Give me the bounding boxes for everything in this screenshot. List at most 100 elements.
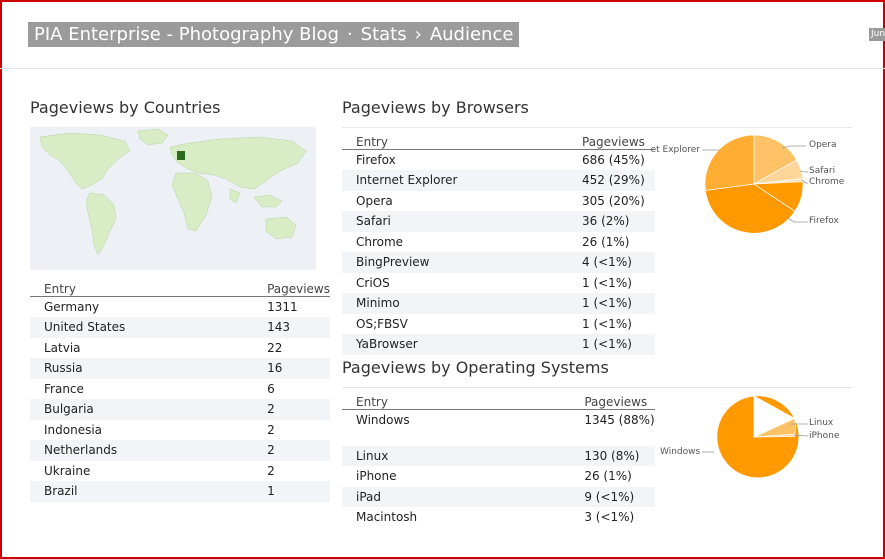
row-entry: France	[44, 381, 84, 396]
world-map[interactable]	[30, 127, 316, 270]
row-pageviews: 305 (20%)	[582, 193, 645, 208]
table-row[interactable]: Netherlands 2	[30, 440, 330, 461]
row-entry: iPhone	[356, 469, 397, 483]
row-pageviews: 2	[267, 463, 275, 478]
row-entry: Indonesia	[44, 422, 103, 437]
breadcrumb-stats[interactable]: Stats	[361, 24, 407, 45]
row-pageviews: 26 (1%)	[584, 469, 632, 483]
table-row[interactable]: iPhone 26 (1%)	[342, 466, 655, 487]
row-entry: Latvia	[44, 340, 81, 355]
row-pageviews: 26 (1%)	[582, 234, 630, 249]
os-divider	[342, 387, 852, 388]
table-row[interactable]: Firefox 686 (45%)	[342, 150, 655, 171]
row-pageviews: 2	[267, 440, 330, 461]
row-entry: Brazil	[30, 481, 268, 502]
column-header-pageviews[interactable]: Pageviews	[584, 389, 655, 410]
row-entry: Ukraine	[44, 463, 91, 478]
row-entry: United States	[30, 317, 268, 338]
row-pageviews: 2	[267, 399, 330, 420]
row-pageviews: 1 (<1%)	[582, 334, 655, 355]
date-badge: Jun	[869, 28, 885, 41]
table-row[interactable]: Germany 1311	[30, 297, 330, 318]
table-row[interactable]: BingPreview 4 (<1%)	[342, 252, 655, 273]
row-entry: Macintosh	[356, 510, 418, 524]
world-map-graphic	[39, 128, 307, 256]
table-row[interactable]: Opera 305 (20%)	[342, 191, 655, 212]
pie-label-safari: Safari	[809, 166, 836, 176]
row-pageviews: 16	[267, 358, 330, 379]
table-row[interactable]: Brazil 1	[30, 481, 330, 502]
pie-label-firefox: Firefox	[809, 216, 839, 226]
row-pageviews: 6	[267, 381, 275, 396]
table-row[interactable]: Safari 36 (2%)	[342, 211, 655, 232]
pie-label-linux: Linux	[809, 418, 834, 428]
row-pageviews: 4 (<1%)	[582, 252, 655, 273]
row-pageviews: 1 (<1%)	[582, 316, 632, 331]
row-pageviews: 686 (45%)	[582, 153, 645, 167]
table-row[interactable]: Internet Explorer 452 (29%)	[342, 170, 655, 191]
pie-label-chrome: Chrome	[809, 177, 845, 187]
row-pageviews: 1345 (88%)	[584, 413, 655, 427]
table-row[interactable]: Windows 1345 (88%)	[342, 410, 655, 446]
column-header-entry[interactable]: Entry	[342, 389, 585, 410]
column-header-pageviews[interactable]: Pageviews	[267, 276, 330, 297]
table-row[interactable]: France 6	[30, 379, 330, 400]
pie-label-iphone: iPhone	[809, 431, 840, 441]
pie-slice-linux[interactable]	[753, 417, 796, 438]
os-table: Entry Pageviews Windows 1345 (88%) Linux 13…	[342, 389, 655, 528]
table-row[interactable]: Bulgaria 2	[30, 399, 330, 420]
table-row[interactable]: Latvia 22	[30, 338, 330, 359]
row-pageviews: 1	[267, 481, 330, 502]
table-row[interactable]: Indonesia 2	[30, 420, 330, 441]
row-pageviews: 3 (<1%)	[584, 510, 635, 524]
pie-label-internet-explorer: Internet Explorer	[650, 145, 700, 155]
column-header-pageviews[interactable]: Pageviews	[582, 129, 655, 150]
breadcrumb: PIA Enterprise - Photography Blog · Stats ›…	[28, 22, 520, 47]
table-row[interactable]: United States 143	[30, 317, 330, 338]
row-entry: BingPreview	[342, 252, 582, 273]
breadcrumb-site[interactable]: PIA Enterprise - Photography Blog	[34, 24, 339, 45]
breadcrumb-separator: ·	[346, 24, 353, 45]
row-entry: Chrome	[356, 234, 404, 249]
row-pageviews: 2	[267, 422, 275, 437]
row-entry: Bulgaria	[30, 399, 268, 420]
row-pageviews: 452 (29%)	[582, 170, 655, 191]
row-entry: Opera	[356, 193, 393, 208]
row-pageviews: 143	[267, 317, 330, 338]
row-entry: Firefox	[356, 153, 396, 167]
breadcrumb-audience: Audience	[429, 24, 514, 45]
breadcrumb-separator: ›	[414, 24, 422, 45]
table-row[interactable]: Ukraine 2	[30, 461, 330, 482]
os-pie-chart[interactable]	[650, 390, 850, 500]
table-row[interactable]: Macintosh 3 (<1%)	[342, 507, 655, 528]
table-row[interactable]: Chrome 26 (1%)	[342, 232, 655, 253]
row-entry: Russia	[30, 358, 268, 379]
column-header-entry[interactable]: Entry	[30, 276, 268, 297]
table-row[interactable]: Russia 16	[30, 358, 330, 379]
pie-slice-windows-top	[752, 395, 796, 420]
table-row[interactable]: YaBrowser 1 (<1%)	[342, 334, 655, 355]
pie-label-windows: Windows	[660, 447, 701, 457]
table-row[interactable]: iPad 9 (<1%)	[342, 486, 655, 507]
table-row[interactable]: OS;FBSV 1 (<1%)	[342, 314, 655, 335]
row-pageviews: 9 (<1%)	[584, 486, 655, 507]
os-title: Pageviews by Operating Systems	[342, 358, 609, 377]
row-pageviews: 22	[267, 340, 283, 355]
row-entry: CriOS	[356, 275, 390, 290]
countries-title: Pageviews by Countries	[30, 98, 221, 117]
browsers-title: Pageviews by Browsers	[342, 98, 529, 117]
row-entry: Windows	[356, 413, 410, 427]
page-header: PIA Enterprise - Photography Blog · Stats ›…	[0, 0, 885, 69]
row-pageviews: 1 (<1%)	[582, 275, 632, 290]
row-pageviews: 1 (<1%)	[582, 293, 655, 314]
row-pageviews: 130 (8%)	[584, 445, 655, 466]
table-row[interactable]: Linux 130 (8%)	[342, 445, 655, 466]
row-entry: Netherlands	[30, 440, 268, 461]
row-entry: Germany	[44, 300, 100, 314]
browsers-table: Entry Pageviews Firefox 686 (45%) Internet…	[342, 129, 655, 355]
table-row[interactable]: CriOS 1 (<1%)	[342, 273, 655, 294]
table-row[interactable]: Minimo 1 (<1%)	[342, 293, 655, 314]
column-header-entry[interactable]: Entry	[342, 129, 582, 150]
pie-slice-internet-explorer[interactable]	[704, 134, 755, 191]
countries-table: Entry Pageviews Germany 1311 United States…	[30, 276, 330, 502]
